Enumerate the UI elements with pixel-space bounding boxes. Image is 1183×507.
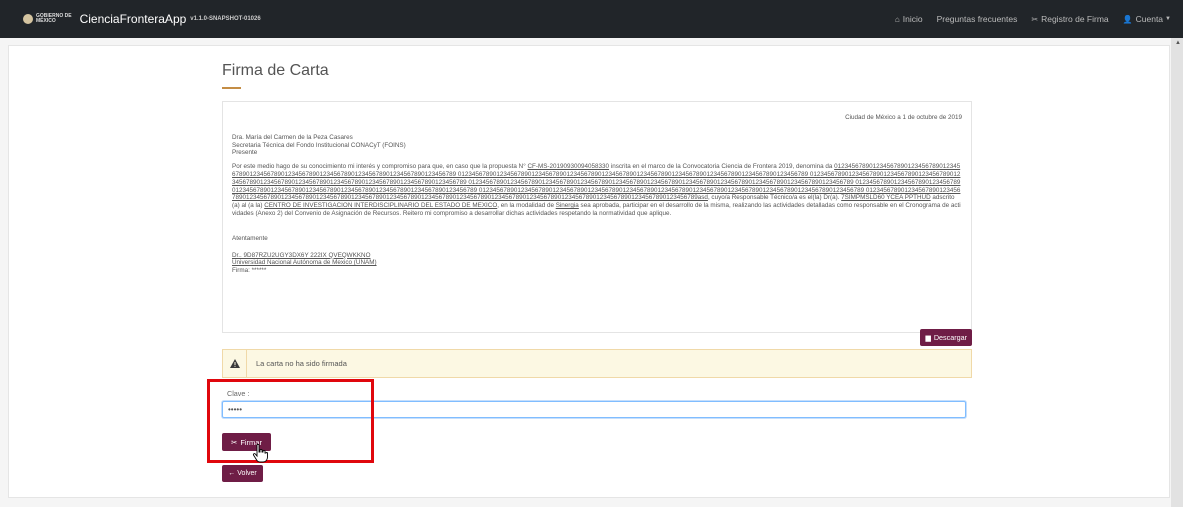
letter-body: Por este medio hago de su conocimiento m…: [232, 163, 961, 217]
signer-name: Dr.. 9D87RZU2UGY3DX6Y 222IX QVEQWKKNO: [232, 251, 371, 259]
recipient-name: Dra. María del Carmen de la Peza Casares: [232, 133, 353, 141]
nav-cuenta-dropdown[interactable]: 👤 Cuenta ▼: [1123, 14, 1171, 24]
app-name[interactable]: CienciaFronteraApp: [80, 12, 187, 26]
sign-label: Firmar: [240, 437, 262, 447]
nav-inicio-label: Inicio: [902, 14, 923, 24]
signature-icon: ✂: [231, 437, 238, 447]
chevron-down-icon: ▼: [1165, 16, 1171, 22]
alert-message: La carta no ha sido firmada: [256, 359, 347, 368]
back-button[interactable]: ← Volver: [222, 465, 263, 482]
institution-name: CENTRO DE INVESTIGACION INTERDISCIPLINAR…: [264, 202, 498, 210]
main-panel: Firma de Carta Ciudad de México a 1 de o…: [8, 45, 1170, 498]
nav-registro-label: Registro de Firma: [1041, 14, 1109, 24]
proposal-number: CF-MS-20190930094058330: [527, 163, 610, 171]
download-button[interactable]: ▆ Descargar: [920, 329, 972, 346]
arrow-left-icon: ←: [228, 470, 236, 477]
gov-logo: GOBIERNO DE MÉXICO: [23, 14, 72, 24]
signer-institution: Universidad Nacional Autónoma de Mexico …: [232, 259, 377, 267]
closing: Atentamente: [232, 234, 268, 242]
back-label: Volver: [237, 470, 257, 477]
emblem-icon: [23, 14, 33, 24]
home-icon: ⌂: [894, 14, 900, 24]
responsable-name: 7SIMPMSLD60 YCEA PPTHUD: [841, 194, 931, 202]
recipient-presente: Presente: [232, 149, 258, 157]
title-underline: [222, 87, 241, 89]
key-label: Clave :: [227, 389, 250, 398]
file-icon: ▆: [925, 334, 931, 342]
nav-registro-de-firma[interactable]: ✂ Registro de Firma: [1031, 14, 1108, 24]
app-version: v1.1.0-SNAPSHOT-01026: [190, 16, 261, 22]
warning-icon: [223, 359, 246, 368]
letter-date: Ciudad de México a 1 de octubre de 2019: [845, 114, 962, 121]
nav-cuenta-label: Cuenta: [1135, 14, 1164, 24]
sign-button[interactable]: ✂ Firmar: [222, 433, 271, 451]
nav-preguntas-frecuentes[interactable]: Preguntas frecuentes: [937, 14, 1018, 24]
nav-links: ⌂ Inicio Preguntas frecuentes ✂ Registro…: [881, 0, 1171, 38]
letter-box: Ciudad de México a 1 de octubre de 2019 …: [222, 101, 972, 333]
brand[interactable]: GOBIERNO DE MÉXICO CienciaFronteraApp v1…: [0, 12, 261, 26]
unsigned-alert: La carta no ha sido firmada: [222, 349, 972, 378]
user-icon: 👤: [1122, 14, 1133, 24]
scroll-up-arrow-icon[interactable]: ▲: [1175, 40, 1181, 46]
download-label: Descargar: [933, 333, 967, 342]
nav-preguntas-label: Preguntas frecuentes: [936, 14, 1018, 24]
modality: Sinergia: [555, 202, 579, 210]
recipient-role: Secretaria Técnica del Fondo Institucion…: [232, 141, 406, 149]
scrollbar[interactable]: [1171, 38, 1183, 507]
signature-block: Atentamente Dr.. 9D87RZU2UGY3DX6Y 222IX …: [232, 235, 962, 275]
key-input[interactable]: [222, 401, 966, 418]
nav-inicio[interactable]: ⌂ Inicio: [895, 14, 923, 24]
top-navbar: GOBIERNO DE MÉXICO CienciaFronteraApp v1…: [0, 0, 1183, 38]
signature-line: Firma: ******: [232, 267, 267, 275]
signature-icon: ✂: [1031, 14, 1039, 24]
alert-divider: [246, 349, 247, 378]
page-title: Firma de Carta: [222, 62, 329, 79]
gov-logo-line2: MÉXICO: [36, 18, 56, 24]
